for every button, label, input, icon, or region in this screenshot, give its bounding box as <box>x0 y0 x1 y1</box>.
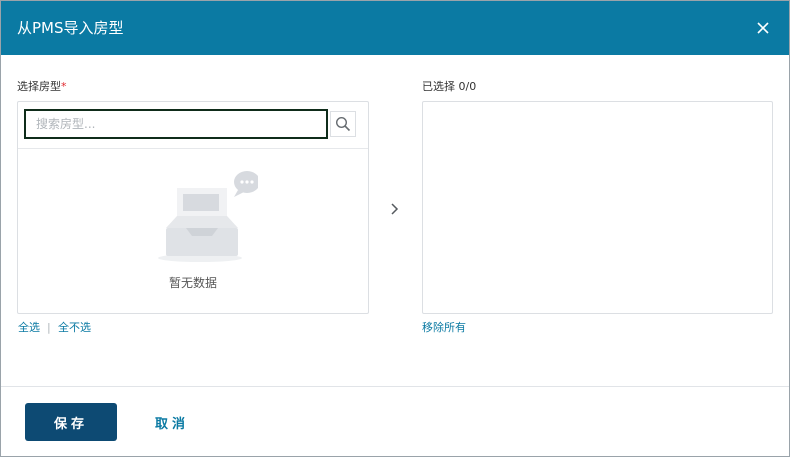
dialog-title: 从PMS导入房型 <box>17 19 124 37</box>
footer-divider <box>1 386 789 387</box>
deselect-all-link[interactable]: 全不选 <box>58 321 91 335</box>
link-separator: | <box>47 321 51 334</box>
import-room-type-dialog: 从PMS导入房型 选择房型* 搜索房型... 暂无数据 全选 | 全不选 已选择… <box>0 0 790 457</box>
source-label-text: 选择房型 <box>17 80 61 93</box>
selected-panel <box>422 101 773 314</box>
required-mark: * <box>61 80 67 93</box>
panel-divider <box>18 148 368 149</box>
cancel-button[interactable]: 取消 <box>139 403 205 441</box>
source-panel: 暂无数据 <box>17 101 369 314</box>
close-icon[interactable] <box>753 18 773 38</box>
empty-state-text: 暂无数据 <box>168 276 217 290</box>
chevron-right-icon[interactable] <box>387 201 403 217</box>
search-box <box>24 109 328 139</box>
selected-label: 已选择 0/0 <box>422 80 477 93</box>
search-input[interactable] <box>36 115 316 133</box>
remove-all-link[interactable]: 移除所有 <box>422 321 466 335</box>
dialog-header: 从PMS导入房型 <box>1 1 789 55</box>
empty-inbox-icon <box>158 164 260 264</box>
search-button[interactable] <box>330 111 356 137</box>
save-button[interactable]: 保存 <box>25 403 117 441</box>
source-label: 选择房型* <box>17 80 67 94</box>
select-all-link[interactable]: 全选 <box>18 321 40 335</box>
